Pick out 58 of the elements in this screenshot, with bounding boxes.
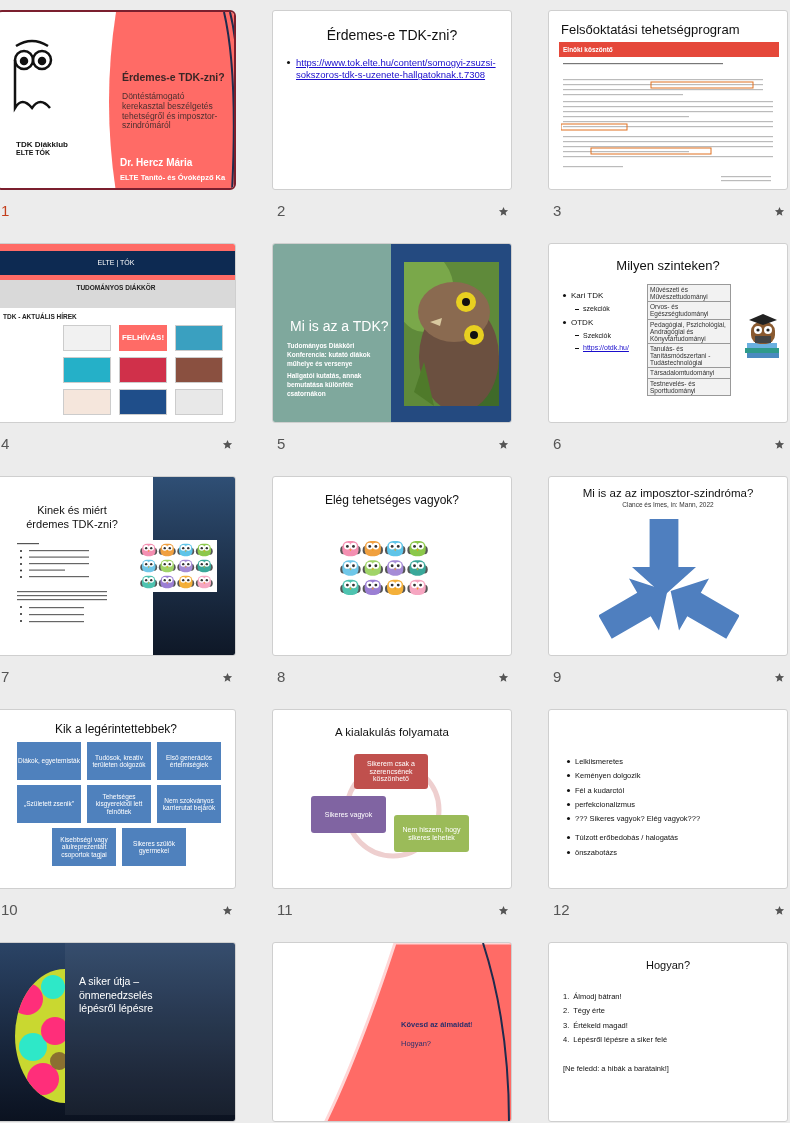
slide-number: 1: [1, 201, 10, 221]
bullet-text: OTDK: [571, 316, 594, 329]
slide-title: A siker útja – önmenedzselés lépésről lépésre: [79, 975, 155, 1016]
bullet-icon: [567, 817, 570, 820]
slide-number: 11: [277, 900, 293, 920]
bullet-icon: [567, 788, 570, 792]
news-banner: FELHÍVÁS!: [119, 324, 167, 351]
news-tile: [63, 388, 111, 415]
slide-title: Hogyan?: [644, 958, 691, 973]
slide-title: Felsőoktatási tehetségprogram: [561, 21, 740, 39]
slide-title: Kinek és miért érdemes TDK-zni?: [25, 503, 119, 532]
slide-title: Érdemes-e TDK-zni?: [325, 26, 459, 45]
slide-number: 8: [277, 667, 286, 687]
bullet-text: Kari TDK: [571, 290, 604, 302]
slide-title: A kialakulás folyamata: [334, 725, 450, 740]
news-tile: [119, 356, 167, 383]
slide-number: 10: [1, 900, 18, 920]
link[interactable]: https://www.tok.elte.hu/content/somogyi-zsuzsi-sokszoros-tdk-s-uzenete-hallgatoknak.t.7308: [296, 57, 499, 82]
slide-title: Mi is az a TDK?: [290, 317, 389, 336]
news-tile: [175, 356, 223, 383]
slide-thumbnail[interactable]: [0, 709, 236, 889]
bullet-icon: [287, 61, 290, 64]
slide-number: 6: [553, 434, 562, 454]
news-tile: [63, 356, 111, 383]
slide-title: Milyen szinteken?: [615, 257, 721, 275]
news-tile: [63, 324, 111, 351]
slide-title: Mi is az az imposztor-szindróma?: [581, 486, 755, 501]
dash-icon: [575, 335, 579, 337]
news-tile: [175, 324, 223, 351]
slide-thumbnail[interactable]: [548, 243, 788, 423]
slide-title: Elég tehetséges vagyok?: [323, 492, 461, 509]
slide-thumbnail[interactable]: Érdemes-e TDK-zni? https://www.tok.elte.hu/content/somogyi-zsuzsi-sokszoros-tdk-s-uzenete-hallgatoknak.t.7308: [272, 10, 512, 190]
slide-number: 5: [277, 434, 286, 454]
slide-number: 2: [277, 201, 286, 221]
slide-number: 12: [553, 900, 570, 920]
bullet-icon: [567, 774, 570, 778]
news-tile: [175, 388, 223, 415]
slide-thumbnail[interactable]: A siker útja – önmenedzselés lépésről lépésre: [0, 942, 236, 1122]
dash-icon: [575, 347, 579, 349]
author-name: Dr. Hercz Mária: [120, 156, 193, 170]
logo-title: TDK Diákklub: [16, 139, 68, 149]
slide-title: Kik a legérintettebbek?: [53, 721, 179, 738]
dash-icon: [575, 308, 579, 310]
slide-thumbnail[interactable]: Kinek és miért érdemes TDK-zni?: [0, 476, 236, 656]
slide-number: 7: [1, 667, 10, 687]
bullet-icon: [567, 850, 570, 854]
slide-number: 4: [1, 434, 10, 454]
slide-thumbnail[interactable]: Elég tehetséges vagyok?: [272, 476, 512, 656]
news-tile: [119, 388, 167, 415]
bullet-icon: [567, 760, 570, 763]
bullet-icon: [567, 802, 570, 806]
slide-number: 3: [553, 201, 562, 221]
bullet-icon: [563, 294, 566, 297]
bullet-icon: [563, 320, 566, 324]
slide-title: Érdemes-e TDK-zni?: [122, 70, 225, 85]
slide-subtitle: Döntéstámogató kerekasztal beszélgetés tehetségről és imposztor-szindrómáról: [122, 92, 219, 132]
bullet-icon: [567, 836, 570, 840]
slide-number: 9: [553, 667, 562, 687]
